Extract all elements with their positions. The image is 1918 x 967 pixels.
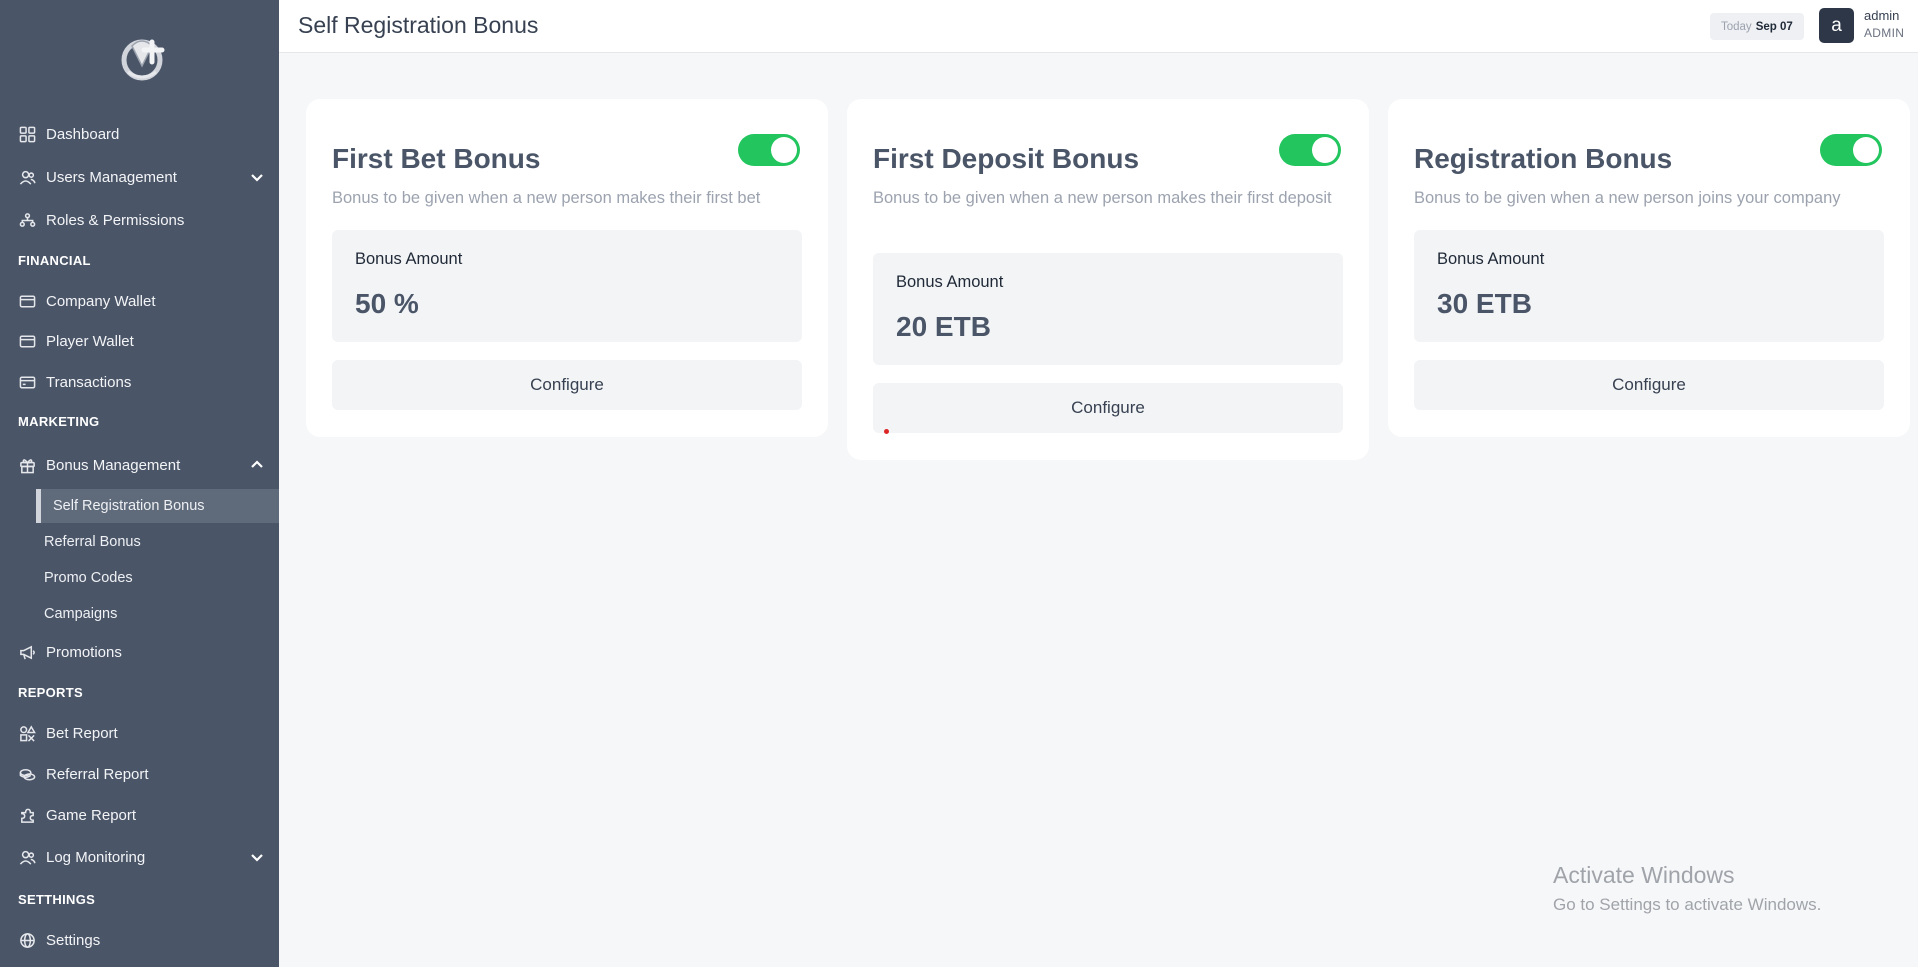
cursor-dot	[884, 429, 889, 434]
credit-card-icon	[18, 373, 36, 391]
coins-icon	[18, 765, 36, 783]
sidebar-item-label: Users Management	[46, 168, 177, 186]
wallet-icon	[18, 332, 36, 350]
page-title: Self Registration Bonus	[298, 12, 539, 38]
sidebar-item-label: Player Wallet	[46, 332, 134, 350]
sidebar-item-player-wallet[interactable]: Player Wallet	[0, 321, 279, 361]
amount-label: Bonus Amount	[896, 273, 1004, 291]
users-icon	[18, 168, 36, 186]
sidebar-item-company-wallet[interactable]: Company Wallet	[0, 281, 279, 321]
sidebar-item-label: Settings	[46, 931, 101, 949]
sidebar-subitem-promo-codes[interactable]: Promo Codes	[44, 561, 133, 595]
sidebar-item-label: Log Monitoring	[46, 848, 146, 866]
sidebar: Dashboard Users Management Roles & Permi…	[0, 0, 279, 967]
toggle-knob	[1853, 137, 1879, 163]
sidebar-item-log-monitoring[interactable]: Log Monitoring	[0, 837, 279, 877]
sidebar-item-label: Roles & Permissions	[46, 211, 185, 229]
toggle-knob	[1312, 137, 1338, 163]
configure-button[interactable]: Configure	[1414, 360, 1884, 410]
sidebar-item-users-management[interactable]: Users Management	[0, 157, 279, 197]
amount-value: 50 %	[355, 288, 419, 319]
megaphone-icon	[18, 643, 36, 661]
sidebar-item-settings[interactable]: Settings	[0, 920, 279, 960]
amount-value: 20 ETB	[896, 311, 991, 342]
gift-icon	[18, 456, 36, 474]
sidebar-item-label: Promotions	[46, 643, 122, 661]
hierarchy-icon	[18, 211, 36, 229]
first-deposit-bonus-toggle[interactable]	[1279, 134, 1341, 166]
puzzle-icon	[18, 806, 36, 824]
today-date: Sep 07	[1755, 20, 1793, 33]
watermark-title: Activate Windows	[1553, 862, 1735, 888]
card-title: Registration Bonus	[1414, 143, 1673, 174]
grid-icon	[18, 125, 36, 143]
section-financial: FINANCIAL	[18, 253, 91, 268]
sidebar-item-label: Bet Report	[46, 724, 118, 742]
sidebar-item-label: Company Wallet	[46, 292, 156, 310]
bonus-card-first-deposit: First Deposit Bonus Bonus to be given wh…	[847, 99, 1369, 460]
section-marketing: MARKETING	[18, 414, 100, 429]
sidebar-item-roles-permissions[interactable]: Roles & Permissions	[0, 200, 279, 240]
shapes-icon	[18, 724, 36, 742]
chevron-down-icon[interactable]	[249, 849, 265, 865]
registration-bonus-toggle[interactable]	[1820, 134, 1882, 166]
bonus-amount-box: Bonus Amount 20 ETB	[873, 253, 1343, 365]
user-role: ADMIN	[1864, 26, 1905, 40]
bonus-card-registration: Registration Bonus Bonus to be given whe…	[1388, 99, 1910, 437]
sidebar-item-label: Transactions	[46, 373, 132, 391]
toggle-knob	[771, 137, 797, 163]
card-description: Bonus to be given when a new person make…	[332, 189, 761, 207]
configure-button[interactable]: Configure	[332, 360, 802, 410]
sidebar-item-promotions[interactable]: Promotions	[0, 632, 279, 672]
card-title: First Deposit Bonus	[873, 143, 1140, 174]
sidebar-item-dashboard[interactable]: Dashboard	[0, 114, 279, 154]
today-date-badge: Today Sep 07	[1710, 13, 1804, 40]
sidebar-item-label: Referral Report	[46, 765, 149, 783]
brand-logo-icon[interactable]	[118, 32, 170, 86]
sidebar-item-bonus-management[interactable]: Bonus Management	[0, 445, 279, 485]
sidebar-subitem-referral-bonus[interactable]: Referral Bonus	[44, 525, 141, 559]
card-description: Bonus to be given when a new person make…	[873, 189, 1332, 207]
sidebar-item-label: Dashboard	[46, 125, 120, 143]
sidebar-item-transactions[interactable]: Transactions	[0, 362, 279, 402]
sidebar-item-game-report[interactable]: Game Report	[0, 795, 279, 835]
bonus-card-first-bet: First Bet Bonus Bonus to be given when a…	[306, 99, 828, 437]
first-bet-bonus-toggle[interactable]	[738, 134, 800, 166]
section-reports: REPORTS	[18, 685, 83, 700]
avatar[interactable]: a	[1819, 8, 1854, 43]
sidebar-item-label: Game Report	[46, 806, 137, 824]
sidebar-subitem-self-registration-bonus[interactable]: Self Registration Bonus	[36, 489, 279, 523]
watermark-subtitle: Go to Settings to activate Windows.	[1553, 895, 1822, 914]
globe-icon	[18, 931, 36, 949]
sidebar-subitem-campaigns[interactable]: Campaigns	[44, 597, 117, 631]
configure-button[interactable]: Configure	[873, 383, 1343, 433]
card-description: Bonus to be given when a new person join…	[1414, 189, 1841, 207]
bonus-amount-box: Bonus Amount 30 ETB	[1414, 230, 1884, 342]
chevron-up-icon[interactable]	[249, 457, 265, 473]
bonus-amount-box: Bonus Amount 50 %	[332, 230, 802, 342]
sidebar-item-label: Bonus Management	[46, 456, 181, 474]
amount-label: Bonus Amount	[1437, 250, 1545, 268]
amount-label: Bonus Amount	[355, 250, 463, 268]
wallet-icon	[18, 292, 36, 310]
chevron-down-icon[interactable]	[249, 169, 265, 185]
windows-activation-watermark: Activate Windows Go to Settings to activ…	[1553, 862, 1821, 915]
user-name[interactable]: admin	[1864, 8, 1899, 23]
amount-value: 30 ETB	[1437, 288, 1532, 319]
sidebar-item-referral-report[interactable]: Referral Report	[0, 754, 279, 794]
section-settings: SETTHINGS	[18, 892, 96, 907]
users-icon	[18, 848, 36, 866]
top-header: Self Registration Bonus Today Sep 07 a a…	[279, 0, 1918, 53]
sidebar-item-bet-report[interactable]: Bet Report	[0, 713, 279, 753]
card-title: First Bet Bonus	[332, 143, 541, 174]
today-label: Today	[1721, 20, 1752, 33]
